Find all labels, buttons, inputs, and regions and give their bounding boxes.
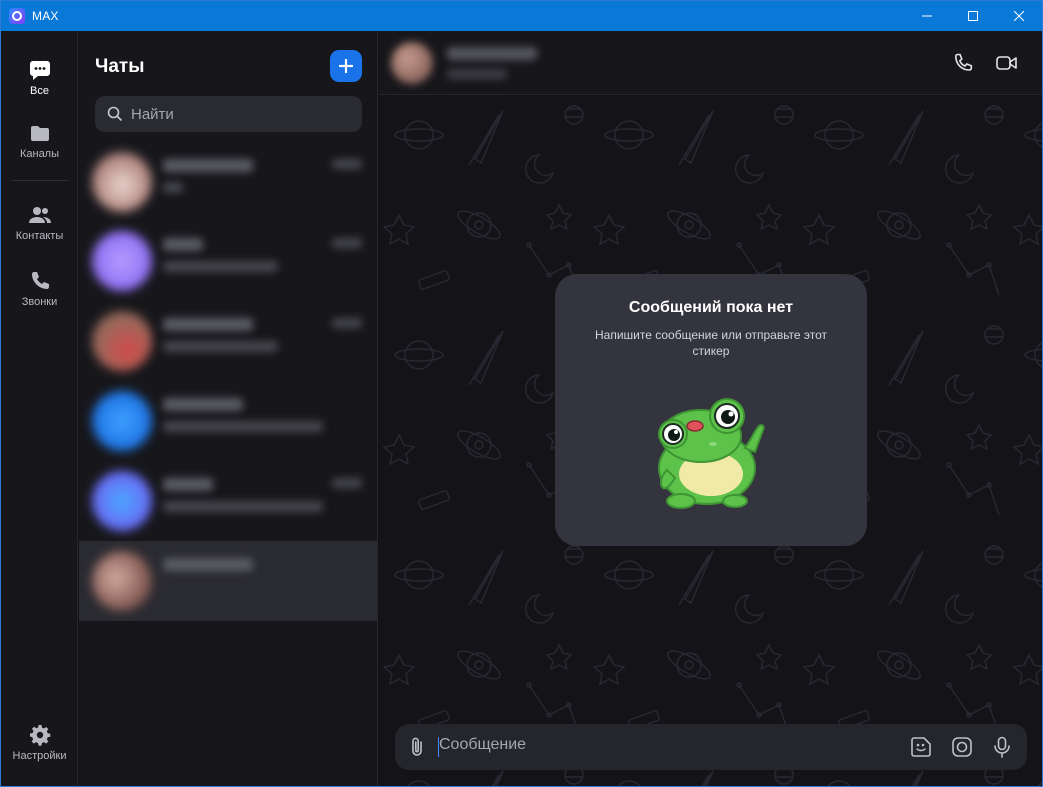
- gear-icon: [28, 723, 52, 747]
- rail-label-calls: Звонки: [21, 296, 58, 308]
- chat-area: Сообщений пока нет Напишите сообщение ил…: [379, 31, 1042, 786]
- avatar: [92, 391, 152, 451]
- chat-preview-blurred: [163, 261, 278, 272]
- chat-header: [379, 31, 1042, 95]
- contacts-icon: [28, 203, 52, 227]
- avatar: [92, 311, 152, 371]
- app-logo-icon: [9, 8, 25, 24]
- rail-label-settings: Настройки: [12, 750, 67, 762]
- voice-message-button[interactable]: [990, 735, 1014, 759]
- plus-icon: [339, 59, 353, 73]
- app-window: MAX Все Каналы Контакты Звонки Настройки…: [0, 0, 1043, 787]
- close-window-button[interactable]: [996, 1, 1042, 31]
- minimize-icon: [922, 15, 932, 17]
- chat-row-2[interactable]: [79, 221, 378, 301]
- chat-preview-blurred: [163, 501, 323, 512]
- chat-name-blurred: [163, 238, 203, 251]
- minimize-button[interactable]: [904, 1, 950, 31]
- rail-item-all[interactable]: Все: [1, 58, 78, 97]
- paperclip-icon: [412, 737, 422, 756]
- chat-time-blurred: [332, 478, 362, 488]
- frog-sticker[interactable]: [645, 386, 775, 516]
- rail-divider: [11, 180, 69, 181]
- chat-time-blurred: [332, 159, 362, 169]
- empty-state-subtitle: Напишите сообщение или отправьте этот ст…: [594, 328, 828, 358]
- new-chat-button[interactable]: [330, 50, 362, 82]
- rail-item-settings[interactable]: Настройки: [1, 723, 78, 762]
- chat-status-blurred: [447, 69, 507, 79]
- message-input[interactable]: [439, 736, 899, 754]
- title-bar: MAX: [1, 1, 1042, 31]
- chat-preview-blurred: [163, 421, 323, 432]
- avatar[interactable]: [391, 42, 433, 84]
- chat-time-blurred: [332, 238, 362, 248]
- avatar: [92, 471, 152, 531]
- chat-preview-blurred: [163, 182, 183, 193]
- chat-preview-blurred: [163, 341, 278, 352]
- chat-name-blurred[interactable]: [447, 47, 537, 60]
- video-camera-icon: [996, 56, 1017, 70]
- chat-time-blurred: [332, 318, 362, 328]
- phone-icon: [28, 269, 52, 293]
- chat-row-4[interactable]: [79, 381, 378, 461]
- chat-name-blurred: [163, 558, 253, 571]
- attach-button[interactable]: [405, 735, 429, 759]
- search-box[interactable]: [95, 96, 362, 132]
- chat-list-panel: Чаты: [79, 31, 378, 786]
- empty-state-card: Сообщений пока нет Напишите сообщение ил…: [555, 274, 867, 546]
- avatar: [92, 551, 152, 611]
- folder-icon: [28, 121, 52, 145]
- message-composer: [395, 724, 1027, 770]
- chat-row-3[interactable]: [79, 301, 378, 381]
- maximize-icon: [968, 11, 978, 21]
- chat-list-title: Чаты: [95, 56, 145, 77]
- rail-label-all: Все: [30, 85, 49, 97]
- close-icon: [1014, 11, 1024, 21]
- sticker-button[interactable]: [909, 735, 933, 759]
- chat-name-blurred: [163, 478, 213, 491]
- chat-name-blurred: [163, 398, 243, 411]
- maximize-button[interactable]: [950, 1, 996, 31]
- video-call-button[interactable]: [995, 51, 1019, 75]
- rail-label-channels: Каналы: [19, 148, 60, 160]
- chat-row-1[interactable]: [79, 142, 378, 222]
- camera-button[interactable]: [950, 735, 974, 759]
- search-icon: [107, 106, 123, 122]
- rail-label-contacts: Контакты: [15, 230, 64, 242]
- rail-item-channels[interactable]: Каналы: [1, 121, 78, 160]
- chat-bubble-icon: [28, 58, 52, 82]
- chat-row-6-selected[interactable]: [79, 541, 378, 621]
- voice-call-button[interactable]: [951, 51, 975, 75]
- chat-row-5[interactable]: [79, 461, 378, 541]
- window-title: MAX: [32, 9, 59, 23]
- microphone-icon: [994, 736, 1010, 758]
- search-input[interactable]: [131, 105, 351, 123]
- chat-name-blurred: [163, 159, 253, 172]
- avatar: [92, 231, 152, 291]
- avatar: [92, 152, 152, 212]
- sticker-icon: [911, 737, 931, 757]
- empty-state-title: Сообщений пока нет: [628, 299, 794, 316]
- rail-item-calls[interactable]: Звонки: [1, 269, 78, 308]
- chat-name-blurred: [163, 318, 253, 331]
- camera-icon: [952, 737, 972, 757]
- nav-rail: Все Каналы Контакты Звонки Настройки: [1, 31, 78, 786]
- rail-item-contacts[interactable]: Контакты: [1, 203, 78, 242]
- phone-icon: [954, 53, 973, 71]
